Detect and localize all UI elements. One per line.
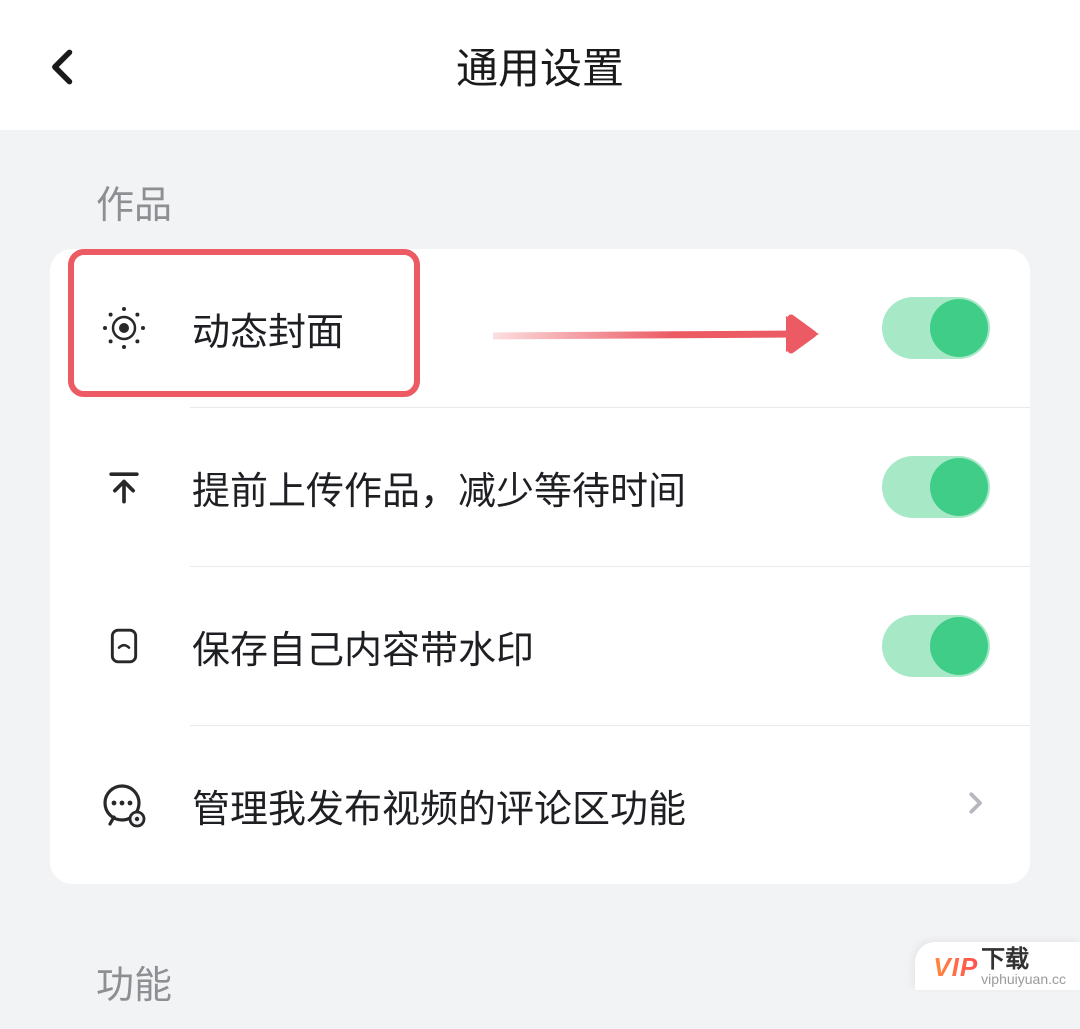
watermark-url: viphuiyuan.cc bbox=[981, 972, 1066, 986]
row-dynamic-cover: 动态封面 bbox=[50, 249, 1030, 407]
toggle-knob bbox=[930, 299, 988, 357]
upload-arrow-icon bbox=[100, 463, 148, 511]
toggle-dynamic-cover[interactable] bbox=[882, 297, 990, 359]
chevron-right-icon bbox=[960, 788, 990, 823]
row-manage-comments[interactable]: 管理我发布视频的评论区功能 bbox=[50, 726, 1030, 884]
row-label: 动态封面 bbox=[192, 301, 882, 356]
chevron-left-icon bbox=[42, 45, 86, 89]
toggle-knob bbox=[930, 458, 988, 516]
header-bar: 通用设置 bbox=[0, 0, 1080, 130]
watermark-text: 下载 bbox=[981, 948, 1029, 972]
toggle-knob bbox=[930, 617, 988, 675]
page-title: 通用设置 bbox=[0, 35, 1080, 96]
row-label: 保存自己内容带水印 bbox=[192, 619, 882, 674]
toggle-save-watermark[interactable] bbox=[882, 615, 990, 677]
works-card: 动态封面 提前上传作品，减少等待时间 保存自己内容带水印 bbox=[50, 249, 1030, 884]
row-label: 提前上传作品，减少等待时间 bbox=[192, 460, 882, 515]
row-label: 管理我发布视频的评论区功能 bbox=[192, 778, 960, 833]
comment-settings-icon bbox=[100, 781, 148, 829]
back-button[interactable] bbox=[42, 45, 92, 95]
watermark-vip-text: VIP bbox=[933, 952, 978, 983]
row-pre-upload: 提前上传作品，减少等待时间 bbox=[50, 408, 1030, 566]
toggle-pre-upload[interactable] bbox=[882, 456, 990, 518]
row-save-watermark: 保存自己内容带水印 bbox=[50, 567, 1030, 725]
phone-watermark-icon bbox=[100, 622, 148, 670]
watermark-badge: VIP 下载 viphuiyuan.cc bbox=[915, 942, 1080, 990]
live-cover-icon bbox=[100, 304, 148, 352]
section-label-works: 作品 bbox=[0, 130, 1080, 249]
